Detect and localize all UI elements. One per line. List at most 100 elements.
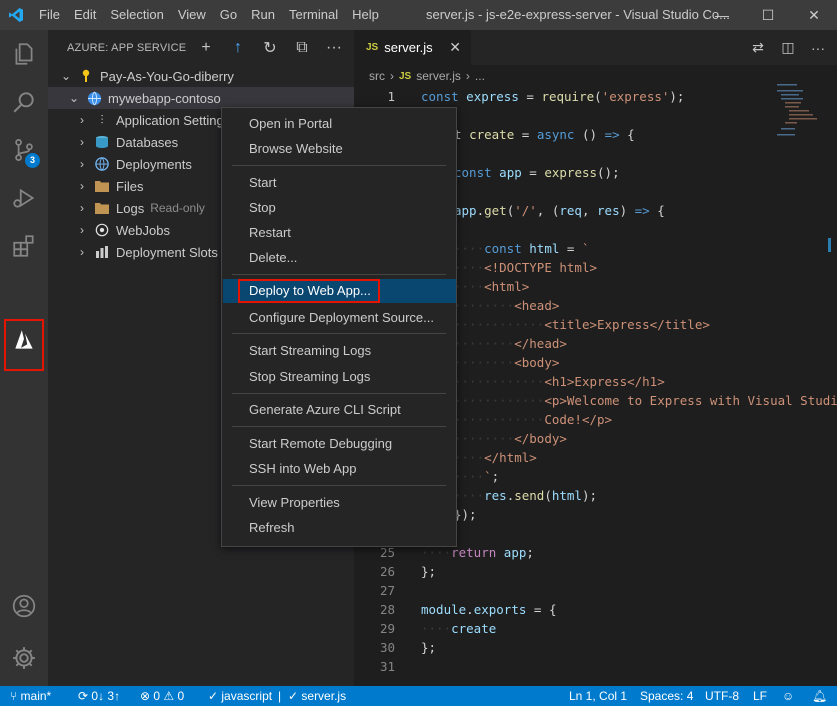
breadcrumb: src › JS server.js › ...: [354, 65, 837, 87]
chevron-right-icon: ›: [80, 179, 84, 193]
encoding[interactable]: UTF-8: [705, 686, 739, 706]
code-line: 29 ····create: [379, 621, 497, 636]
chevron-down-icon: ⌄: [68, 91, 80, 105]
close-tab-icon[interactable]: ✕: [449, 39, 461, 56]
menu-bar: File Edit Selection View Go Run Terminal…: [32, 0, 386, 30]
menu-go[interactable]: Go: [213, 0, 244, 30]
code-line: 1 const express = require('express');: [387, 89, 685, 104]
tree-item-webapp[interactable]: ⌄ mywebapp-contoso: [48, 87, 354, 109]
account-icon[interactable]: [0, 582, 48, 630]
breadcrumb-file[interactable]: server.js: [416, 69, 461, 83]
menu-separator: [232, 393, 446, 394]
menu-file[interactable]: File: [32, 0, 67, 30]
extensions-icon[interactable]: [0, 222, 48, 270]
menu-item-stop[interactable]: Stop: [223, 196, 456, 220]
code-line: 30};: [379, 640, 437, 655]
menu-run[interactable]: Run: [244, 0, 282, 30]
chevron-right-icon: ›: [80, 135, 84, 149]
scrollbar-indicator[interactable]: [828, 238, 831, 252]
settings-gear-icon[interactable]: [0, 634, 48, 682]
menu-terminal[interactable]: Terminal: [282, 0, 345, 30]
globe-icon: [86, 90, 102, 106]
code-line: 27: [379, 583, 395, 598]
menu-view[interactable]: View: [171, 0, 213, 30]
more-actions-icon[interactable]: ···: [318, 39, 350, 57]
breadcrumb-folder[interactable]: src: [369, 69, 385, 83]
source-control-icon[interactable]: 3: [0, 126, 48, 174]
menu-item-restart[interactable]: Restart: [223, 221, 456, 245]
maximize-button[interactable]: ☐: [745, 0, 791, 30]
menu-item-stop-streaming-logs[interactable]: Stop Streaming Logs: [223, 365, 456, 389]
menu-item-start-streaming-logs[interactable]: Start Streaming Logs: [223, 339, 456, 363]
activity-bar: 3: [0, 30, 48, 686]
menu-item-configure-deployment-source[interactable]: Configure Deployment Source...: [223, 306, 456, 330]
database-icon: [94, 134, 110, 150]
tree-item-description: Read-only: [150, 201, 205, 215]
indentation[interactable]: Spaces: 4: [640, 686, 693, 706]
menu-help[interactable]: Help: [345, 0, 386, 30]
key-icon: [78, 68, 94, 84]
chevron-right-icon: ›: [80, 223, 84, 237]
feedback-icon[interactable]: ☺: [782, 686, 794, 706]
language-check-status[interactable]: ✓ javascript: [208, 686, 272, 706]
run-debug-icon[interactable]: [0, 174, 48, 222]
tab-server-js[interactable]: JS server.js ✕: [354, 30, 471, 65]
minimize-button[interactable]: —: [699, 0, 745, 30]
notifications-bell-icon[interactable]: 🔔︎: [812, 686, 827, 706]
breadcrumb-more[interactable]: ...: [475, 69, 485, 83]
menu-item-start-remote-debugging[interactable]: Start Remote Debugging: [223, 432, 456, 456]
vscode-logo-icon: [0, 0, 32, 30]
menu-item-delete[interactable]: Delete...: [223, 246, 456, 270]
split-editor-icon[interactable]: ◫: [773, 39, 803, 56]
search-icon[interactable]: [0, 78, 48, 126]
menu-separator: [232, 485, 446, 486]
sync-label: 0↓ 3↑: [91, 689, 121, 703]
line-ending[interactable]: LF: [753, 686, 767, 706]
more-actions-icon[interactable]: ···: [803, 40, 833, 56]
menu-item-refresh[interactable]: Refresh: [223, 516, 456, 540]
chevron-right-icon: ›: [80, 157, 84, 171]
branch-label: main*: [20, 689, 52, 703]
chevron-right-icon: ›: [80, 113, 84, 127]
tree-item-label: Databases: [116, 134, 179, 150]
menu-item-ssh-into-web-app[interactable]: SSH into Web App: [223, 457, 456, 481]
tree-item-label: mywebapp-contoso: [108, 90, 221, 106]
azure-highlight-box: [4, 319, 44, 371]
window-title: server.js - js-e2e-express-server - Visu…: [426, 7, 730, 22]
menu-item-start[interactable]: Start: [223, 171, 456, 195]
problems-status[interactable]: ⊗ 0 ⚠ 0: [140, 686, 184, 706]
deploy-icon[interactable]: ↑: [222, 39, 254, 57]
collapse-all-icon[interactable]: ⧉: [286, 39, 318, 57]
sidebar-actions: + ↑ ↻ ⧉ ···: [190, 30, 350, 65]
menu-selection[interactable]: Selection: [103, 0, 170, 30]
file-status[interactable]: ✓ server.js: [288, 686, 346, 706]
folder-icon: [94, 200, 110, 216]
cursor-position[interactable]: Ln 1, Col 1: [569, 686, 627, 706]
menu-edit[interactable]: Edit: [67, 0, 103, 30]
menu-separator: [232, 426, 446, 427]
menu-item-generate-cli-script[interactable]: Generate Azure CLI Script: [223, 398, 456, 422]
editor-tabs: JS server.js ✕ ⇄ ◫ ···: [354, 30, 837, 65]
chevron-right-icon: ›: [390, 69, 394, 83]
create-web-app-icon[interactable]: +: [190, 39, 222, 57]
title-bar: File Edit Selection View Go Run Terminal…: [0, 0, 837, 30]
branch-status[interactable]: ⑂ main*: [10, 686, 51, 706]
tree-item-label: Files: [116, 178, 144, 194]
menu-item-browse-website[interactable]: Browse Website: [223, 137, 456, 161]
git-branch-icon: ⑂: [10, 689, 21, 703]
minimap[interactable]: [775, 82, 827, 182]
open-changes-icon[interactable]: ⇄: [743, 39, 773, 56]
refresh-icon[interactable]: ↻: [254, 38, 286, 58]
context-menu: Open in Portal Browse Website Start Stop…: [221, 107, 457, 547]
menu-item-deploy-to-web-app[interactable]: Deploy to Web App...: [223, 279, 456, 303]
close-window-button[interactable]: ✕: [791, 0, 837, 30]
tree-item-subscription[interactable]: ⌄ Pay-As-You-Go-diberry: [48, 65, 354, 87]
chevron-right-icon: ›: [465, 69, 470, 83]
menu-item-open-in-portal[interactable]: Open in Portal: [223, 112, 456, 136]
tree-item-label: Pay-As-You-Go-diberry: [100, 68, 234, 84]
deployments-icon: [94, 156, 110, 172]
status-divider: |: [278, 689, 282, 703]
sync-status[interactable]: ⟳ 0↓ 3↑: [78, 686, 120, 706]
menu-item-view-properties[interactable]: View Properties: [223, 491, 456, 515]
explorer-icon[interactable]: [0, 30, 48, 78]
